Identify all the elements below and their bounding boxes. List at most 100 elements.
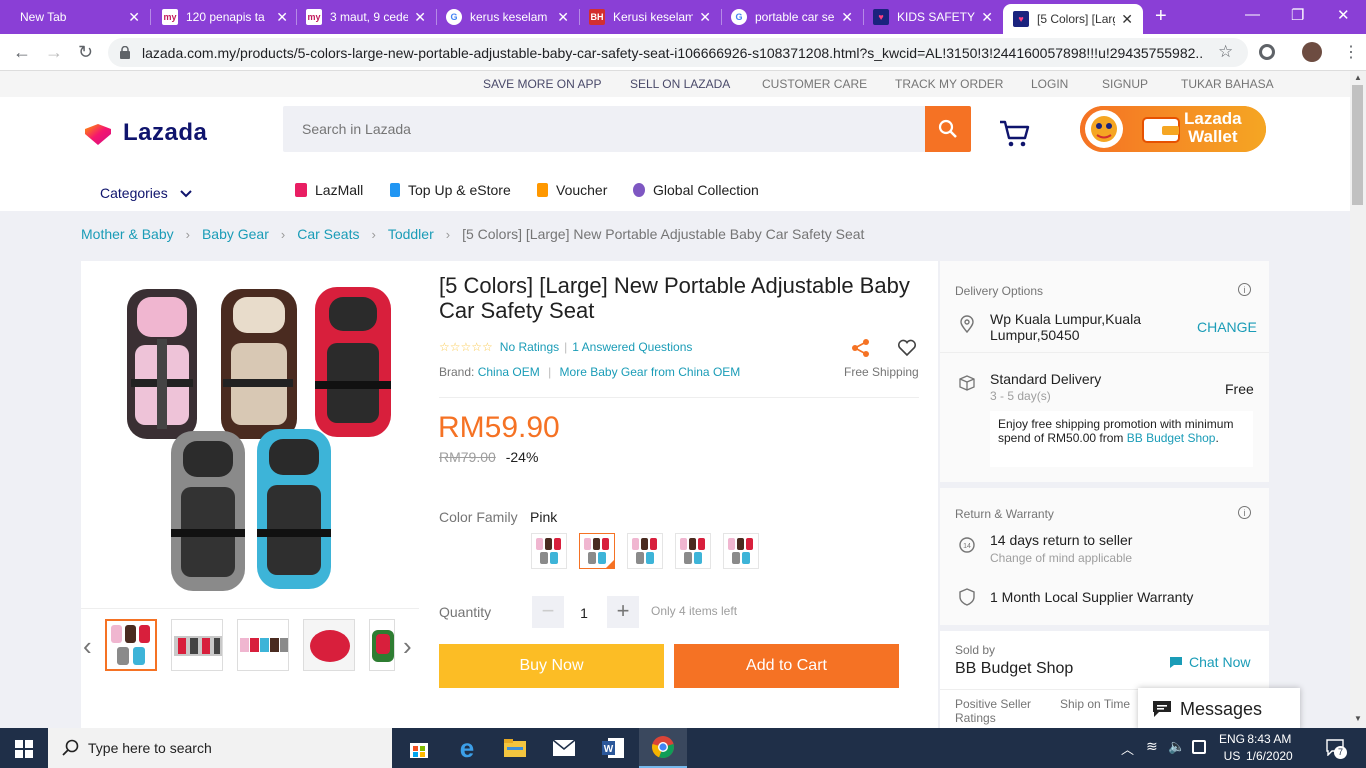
close-icon[interactable]: ✕ — [1121, 11, 1133, 28]
bookmark-star-icon[interactable]: ☆ — [1218, 42, 1233, 62]
messages-button[interactable]: Messages — [1138, 688, 1300, 730]
mail-icon[interactable] — [540, 728, 588, 768]
taskbar-clock[interactable]: 8:43 AM 1/6/2020 — [1246, 731, 1293, 765]
store-icon[interactable] — [395, 728, 443, 768]
scroll-down-icon[interactable]: ▼ — [1354, 714, 1362, 723]
notification-center-icon[interactable]: 7 — [1326, 738, 1347, 759]
browser-tab[interactable]: ♥ KIDS SAFETY T ✕ — [863, 0, 1003, 34]
color-swatch[interactable] — [531, 533, 567, 569]
windows-start-icon[interactable] — [15, 740, 33, 758]
cart-icon[interactable] — [998, 119, 1032, 149]
tray-chevron-up-icon[interactable]: ︿ — [1121, 739, 1134, 758]
ratings-link[interactable]: No Ratings — [500, 340, 559, 354]
search-button[interactable] — [925, 106, 971, 152]
avatar[interactable] — [1302, 42, 1322, 62]
close-icon[interactable]: ✕ — [841, 9, 853, 26]
volume-icon[interactable]: 🔈 — [1168, 738, 1185, 755]
color-swatch[interactable] — [675, 533, 711, 569]
forward-icon[interactable]: → — [45, 42, 63, 63]
scroll-thumb[interactable] — [1352, 85, 1363, 205]
info-icon[interactable]: i — [1238, 283, 1251, 296]
address-bar[interactable]: lazada.com.my/products/5-colors-large-ne… — [108, 38, 1248, 67]
browser-tab[interactable]: New Tab ✕ — [0, 0, 150, 34]
nav-topup[interactable]: Top Up & eStore — [390, 182, 511, 198]
thumbnail[interactable] — [303, 619, 355, 671]
categories-menu[interactable]: Categories — [100, 185, 192, 201]
heart-icon[interactable] — [897, 339, 917, 357]
language-indicator[interactable]: ENG US — [1219, 731, 1245, 765]
page-scrollbar[interactable]: ▲ ▼ — [1350, 71, 1366, 728]
extension-icon[interactable] — [1259, 44, 1275, 60]
chevron-left-icon[interactable]: ‹ — [83, 631, 92, 662]
close-icon[interactable]: ✕ — [699, 9, 711, 26]
toplink-language[interactable]: TUKAR BAHASA — [1181, 77, 1274, 91]
toplink-signup[interactable]: SIGNUP — [1102, 77, 1148, 91]
close-icon[interactable]: ✕ — [557, 9, 569, 26]
promo-shop-link[interactable]: BB Budget Shop — [1127, 431, 1216, 445]
back-icon[interactable]: ← — [13, 42, 31, 63]
toplink-login[interactable]: LOGIN — [1031, 77, 1068, 91]
buy-now-button[interactable]: Buy Now — [439, 644, 664, 688]
window-close-icon[interactable]: ✕ — [1337, 6, 1350, 24]
lazada-logo[interactable]: Lazada — [81, 119, 207, 147]
toplink-sell[interactable]: SELL ON LAZADA — [630, 77, 730, 91]
breadcrumb-item[interactable]: Mother & Baby — [81, 226, 174, 242]
toplink-save-more[interactable]: SAVE MORE ON APP — [483, 77, 601, 91]
toplink-track-order[interactable]: TRACK MY ORDER — [895, 77, 1003, 91]
taskbar-search[interactable]: Type here to search — [48, 728, 392, 768]
more-from-brand-link[interactable]: More Baby Gear from China OEM — [560, 365, 741, 379]
questions-link[interactable]: 1 Answered Questions — [572, 340, 692, 354]
quantity-increase-button[interactable]: + — [607, 596, 639, 628]
thumbnail[interactable] — [171, 619, 223, 671]
change-location-link[interactable]: CHANGE — [1197, 319, 1257, 335]
seller-name[interactable]: BB Budget Shop — [955, 660, 1073, 678]
browser-tab[interactable]: my 120 penapis ta ✕ — [152, 0, 298, 34]
search-input[interactable] — [283, 106, 925, 152]
close-icon[interactable]: ✕ — [414, 9, 426, 26]
thumbnail[interactable] — [105, 619, 157, 671]
product-main-image[interactable] — [109, 279, 412, 599]
lazada-wallet-banner[interactable]: Lazada Wallet — [1080, 106, 1266, 152]
brand-link[interactable]: China OEM — [478, 365, 540, 379]
color-swatch[interactable] — [723, 533, 759, 569]
wifi-icon[interactable]: ≋ — [1146, 738, 1158, 755]
close-icon[interactable]: ✕ — [128, 9, 140, 26]
chevron-right-icon[interactable]: › — [403, 631, 412, 662]
chrome-icon[interactable] — [639, 728, 687, 768]
quantity-decrease-button[interactable]: − — [532, 596, 564, 628]
reload-icon[interactable]: ↻ — [78, 42, 93, 63]
browser-tab[interactable]: G kerus keselam ✕ — [436, 0, 579, 34]
minimize-icon[interactable]: — — [1245, 6, 1260, 23]
more-menu-icon[interactable]: ⋮ — [1343, 42, 1359, 62]
scroll-up-icon[interactable]: ▲ — [1354, 73, 1362, 82]
nav-lazmall[interactable]: LazMall — [295, 182, 363, 198]
thumbnail[interactable] — [369, 619, 395, 671]
edge-icon[interactable]: e — [443, 728, 491, 768]
battery-icon[interactable] — [1192, 740, 1206, 754]
color-swatch-selected[interactable] — [579, 533, 615, 569]
breadcrumb-item[interactable]: Baby Gear — [202, 226, 269, 242]
close-icon[interactable]: ✕ — [276, 9, 288, 26]
breadcrumb-item[interactable]: Toddler — [388, 226, 434, 242]
browser-tab[interactable]: my 3 maut, 9 cede ✕ — [296, 0, 436, 34]
browser-tab[interactable]: BH Kerusi keselam ✕ — [579, 0, 721, 34]
nav-global[interactable]: Global Collection — [633, 182, 759, 198]
thumbnail[interactable] — [237, 619, 289, 671]
chat-now-button[interactable]: Chat Now — [1169, 654, 1250, 670]
breadcrumb-item[interactable]: Car Seats — [297, 226, 359, 242]
browser-tab[interactable]: G portable car se ✕ — [721, 0, 863, 34]
standard-delivery-label: Standard Delivery — [990, 371, 1102, 387]
file-explorer-icon[interactable] — [491, 728, 539, 768]
word-icon[interactable]: W — [589, 728, 637, 768]
add-to-cart-button[interactable]: Add to Cart — [674, 644, 899, 688]
quantity-input[interactable]: 1 — [571, 605, 597, 621]
toplink-customer-care[interactable]: CUSTOMER CARE — [762, 77, 867, 91]
nav-voucher[interactable]: Voucher — [537, 182, 607, 198]
share-icon[interactable] — [851, 338, 871, 358]
browser-tab-active[interactable]: ♥ [5 Colors] [Larg ✕ — [1003, 4, 1143, 34]
new-tab-button[interactable]: + — [1155, 5, 1167, 28]
color-swatch[interactable] — [627, 533, 663, 569]
close-icon[interactable]: ✕ — [981, 9, 993, 26]
restore-icon[interactable]: ❐ — [1291, 6, 1304, 24]
info-icon[interactable]: i — [1238, 506, 1251, 519]
